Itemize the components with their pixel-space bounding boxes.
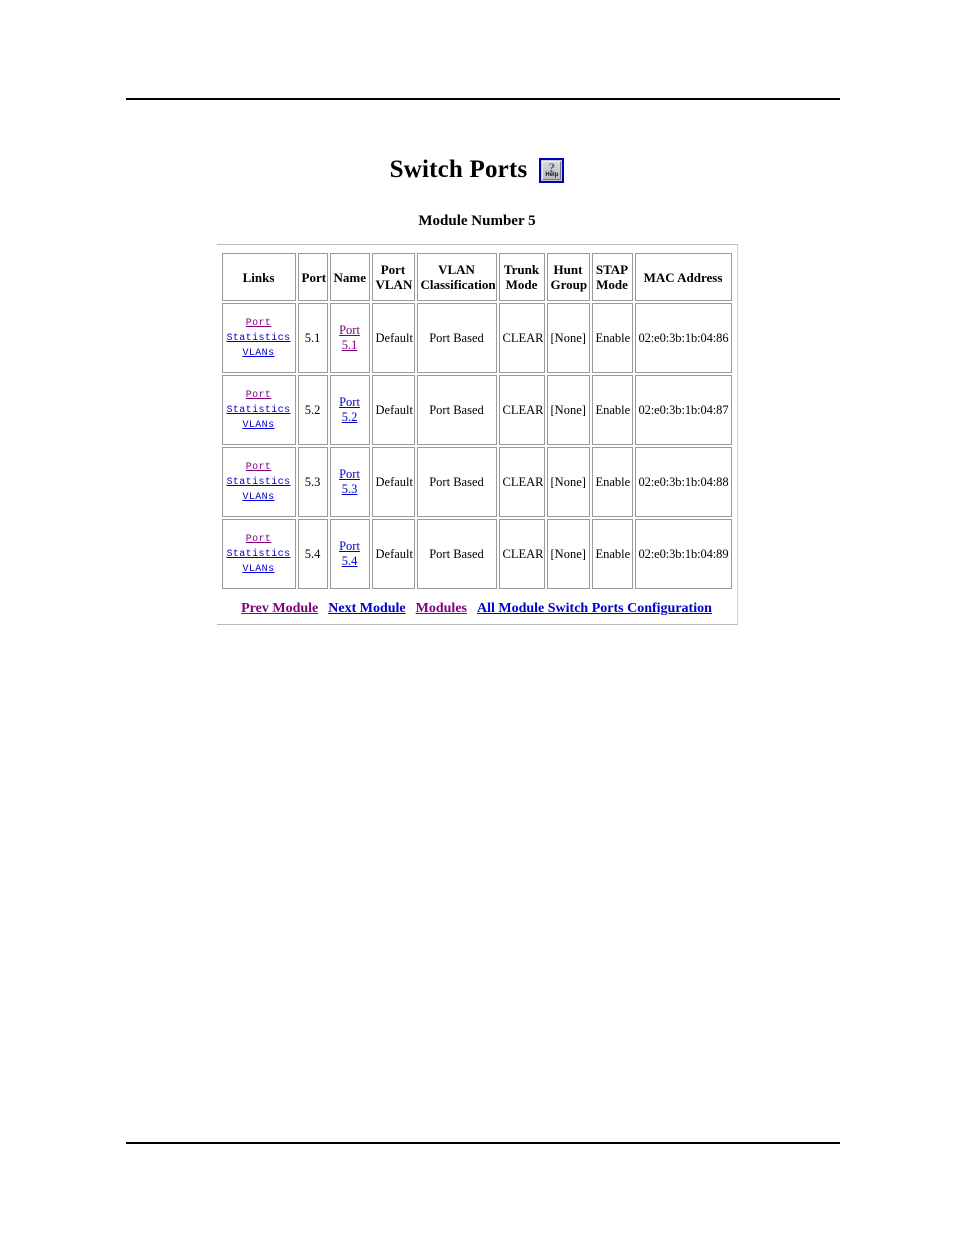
cell-vlan-classification: Port Based — [416, 447, 497, 517]
link-port-name[interactable]: Port 5.1 — [334, 323, 366, 353]
column-header-line: VLAN — [438, 262, 475, 277]
cell-mac-address: 02:e0:3b:1b:04:89 — [634, 519, 732, 589]
cell-mac-address: 02:e0:3b:1b:04:87 — [634, 375, 732, 445]
cell-hunt-group: [None] — [546, 303, 590, 373]
column-header-line: Port — [380, 262, 406, 277]
cell-stap-mode: Enable — [591, 519, 633, 589]
cell-name: Port 5.2 — [329, 375, 370, 445]
table-row: Port Statistics VLANs 5.2 Port 5.2 Default Port… — [221, 375, 732, 445]
module-number-label: Module Number 5 — [418, 213, 536, 229]
help-icon[interactable]: ? Help — [539, 157, 565, 183]
cell-port: 5.2 — [297, 375, 328, 445]
link-vlans[interactable]: VLANs — [226, 346, 292, 361]
cell-trunk-mode: CLEAR — [498, 447, 545, 517]
column-header-line: Port — [301, 269, 327, 285]
cell-links: Port Statistics VLANs — [221, 447, 296, 517]
cell-port: 5.1 — [297, 303, 328, 373]
page-header-rule — [126, 98, 840, 100]
column-header-line: Hunt — [553, 262, 583, 277]
nav-link-prev-module[interactable]: Prev Module — [241, 601, 318, 616]
column-header-line: Trunk — [503, 262, 540, 277]
table-row: Port Statistics VLANs 5.4 Port 5.4 Default Port… — [221, 519, 732, 589]
cell-port-vlan: Default — [371, 519, 415, 589]
page-footer-rule — [126, 1142, 840, 1144]
link-vlans[interactable]: VLANs — [226, 490, 292, 505]
column-header-line: Mode — [596, 277, 628, 292]
cell-links: Port Statistics VLANs — [221, 375, 296, 445]
help-icon-face: ? Help — [542, 160, 562, 180]
switch-ports-table: Links Port Name Port VLAN VLAN Classification T… — [220, 251, 734, 591]
cell-port-vlan: Default — [371, 447, 415, 517]
cell-vlan-classification: Port Based — [416, 375, 497, 445]
link-statistics[interactable]: Statistics — [226, 403, 292, 418]
cell-vlan-classification: Port Based — [416, 303, 497, 373]
link-statistics[interactable]: Statistics — [226, 475, 292, 490]
module-nav-links: Prev Module Next Module Modules All Module … — [217, 600, 737, 624]
link-port[interactable]: Port — [226, 532, 292, 547]
cell-stap-mode: Enable — [591, 375, 633, 445]
table-row: Port Statistics VLANs 5.3 Port 5.3 Default Port… — [221, 447, 732, 517]
cell-stap-mode: Enable — [591, 447, 633, 517]
cell-links: Port Statistics VLANs — [221, 303, 296, 373]
nav-link-all-module-switch-ports-configuration[interactable]: All Module Switch Ports Configuration — [477, 601, 712, 616]
link-port[interactable]: Port — [226, 316, 292, 331]
column-header-line: Group — [550, 277, 588, 292]
column-header-vlan-classification: VLAN Classification — [416, 253, 497, 301]
column-header-line: STAP — [595, 262, 629, 277]
table-body: Port Statistics VLANs 5.1 Port 5.1 Default Port… — [221, 303, 732, 589]
cell-port: 5.3 — [297, 447, 328, 517]
cell-name: Port 5.1 — [329, 303, 370, 373]
nav-link-next-module[interactable]: Next Module — [328, 601, 405, 616]
nav-link-modules[interactable]: Modules — [416, 601, 467, 616]
column-header-name: Name — [329, 253, 370, 301]
link-port-name[interactable]: Port 5.4 — [334, 539, 366, 569]
cell-hunt-group: [None] — [546, 375, 590, 445]
ports-panel: Links Port Name Port VLAN VLAN Classification T… — [216, 244, 738, 625]
link-port-name[interactable]: Port 5.2 — [334, 395, 366, 425]
link-port-name[interactable]: Port 5.3 — [334, 467, 366, 497]
cell-hunt-group: [None] — [546, 447, 590, 517]
link-vlans[interactable]: VLANs — [226, 418, 292, 433]
cell-vlan-classification: Port Based — [416, 519, 497, 589]
cell-name: Port 5.3 — [329, 447, 370, 517]
table-header-row: Links Port Name Port VLAN VLAN Classification T… — [221, 253, 732, 301]
cell-port: 5.4 — [297, 519, 328, 589]
column-header-line: VLAN — [375, 277, 413, 292]
column-header-port-vlan: Port VLAN — [371, 253, 415, 301]
column-header-mac-address: MAC Address — [634, 253, 732, 301]
cell-port-vlan: Default — [371, 303, 415, 373]
column-header-trunk-mode: Trunk Mode — [498, 253, 545, 301]
link-statistics[interactable]: Statistics — [226, 547, 292, 562]
column-header-line: Classification — [420, 277, 496, 292]
cell-trunk-mode: CLEAR — [498, 303, 545, 373]
link-port[interactable]: Port — [226, 388, 292, 403]
column-header-stap-mode: STAP Mode — [591, 253, 633, 301]
cell-stap-mode: Enable — [591, 303, 633, 373]
cell-name: Port 5.4 — [329, 519, 370, 589]
page-title-row: Switch Ports ? Help — [0, 150, 954, 190]
cell-links: Port Statistics VLANs — [221, 519, 296, 589]
cell-trunk-mode: CLEAR — [498, 519, 545, 589]
cell-port-vlan: Default — [371, 375, 415, 445]
page-content: Switch Ports ? Help Module Number 5 Link… — [0, 150, 954, 625]
link-vlans[interactable]: VLANs — [226, 562, 292, 577]
column-header-port: Port — [297, 253, 328, 301]
cell-mac-address: 02:e0:3b:1b:04:86 — [634, 303, 732, 373]
link-statistics[interactable]: Statistics — [226, 331, 292, 346]
cell-trunk-mode: CLEAR — [498, 375, 545, 445]
cell-hunt-group: [None] — [546, 519, 590, 589]
help-icon-label: Help — [545, 171, 559, 178]
link-port[interactable]: Port — [226, 460, 292, 475]
cell-mac-address: 02:e0:3b:1b:04:88 — [634, 447, 732, 517]
page-title: Switch Ports — [389, 156, 528, 183]
column-header-line: Links — [242, 269, 275, 285]
table-row: Port Statistics VLANs 5.1 Port 5.1 Default Port… — [221, 303, 732, 373]
column-header-line: Name — [333, 269, 367, 285]
column-header-links: Links — [221, 253, 296, 301]
column-header-hunt-group: Hunt Group — [546, 253, 590, 301]
column-header-line: Mode — [505, 277, 538, 292]
column-header-line: MAC Address — [643, 269, 723, 285]
